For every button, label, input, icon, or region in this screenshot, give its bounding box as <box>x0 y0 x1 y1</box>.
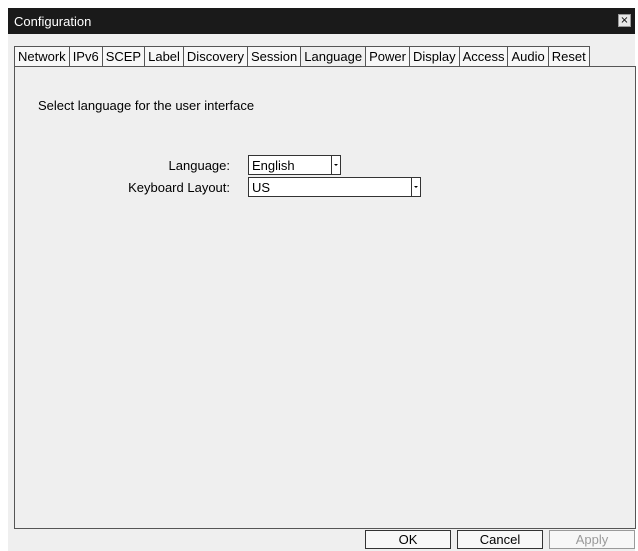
window-title: Configuration <box>14 14 92 29</box>
tab-reset[interactable]: Reset <box>547 46 590 67</box>
language-select-value: English <box>252 158 295 173</box>
language-panel <box>14 66 636 529</box>
close-icon[interactable]: × <box>618 14 631 27</box>
configuration-window: Configuration × Network IPv6 SCEP Label … <box>8 8 636 551</box>
tab-discovery[interactable]: Discovery <box>182 46 248 67</box>
chevron-down-icon[interactable] <box>331 156 340 174</box>
keyboard-layout-select[interactable]: US <box>248 177 421 197</box>
tab-display[interactable]: Display <box>408 46 460 67</box>
chevron-down-icon[interactable] <box>411 178 420 196</box>
ok-button[interactable]: OK <box>365 530 451 549</box>
apply-button[interactable]: Apply <box>549 530 635 549</box>
tab-bar: Network IPv6 SCEP Label Discovery Sessio… <box>14 46 590 67</box>
tab-ipv6[interactable]: IPv6 <box>68 46 103 67</box>
tab-network[interactable]: Network <box>14 46 70 67</box>
keyboard-layout-select-value: US <box>252 180 271 195</box>
instruction-text: Select language for the user interface <box>38 98 255 113</box>
tab-scep[interactable]: SCEP <box>101 46 146 67</box>
tab-session[interactable]: Session <box>247 46 302 67</box>
language-select[interactable]: English <box>248 155 341 175</box>
tab-power[interactable]: Power <box>365 46 410 67</box>
tab-language[interactable]: Language <box>300 46 367 67</box>
tab-audio[interactable]: Audio <box>507 46 549 67</box>
tab-access[interactable]: Access <box>458 46 509 67</box>
title-bar: Configuration × <box>8 8 635 34</box>
keyboard-layout-label: Keyboard Layout: <box>128 180 230 195</box>
cancel-button[interactable]: Cancel <box>457 530 543 549</box>
language-label: Language: <box>168 158 230 173</box>
tab-label[interactable]: Label <box>144 46 184 67</box>
